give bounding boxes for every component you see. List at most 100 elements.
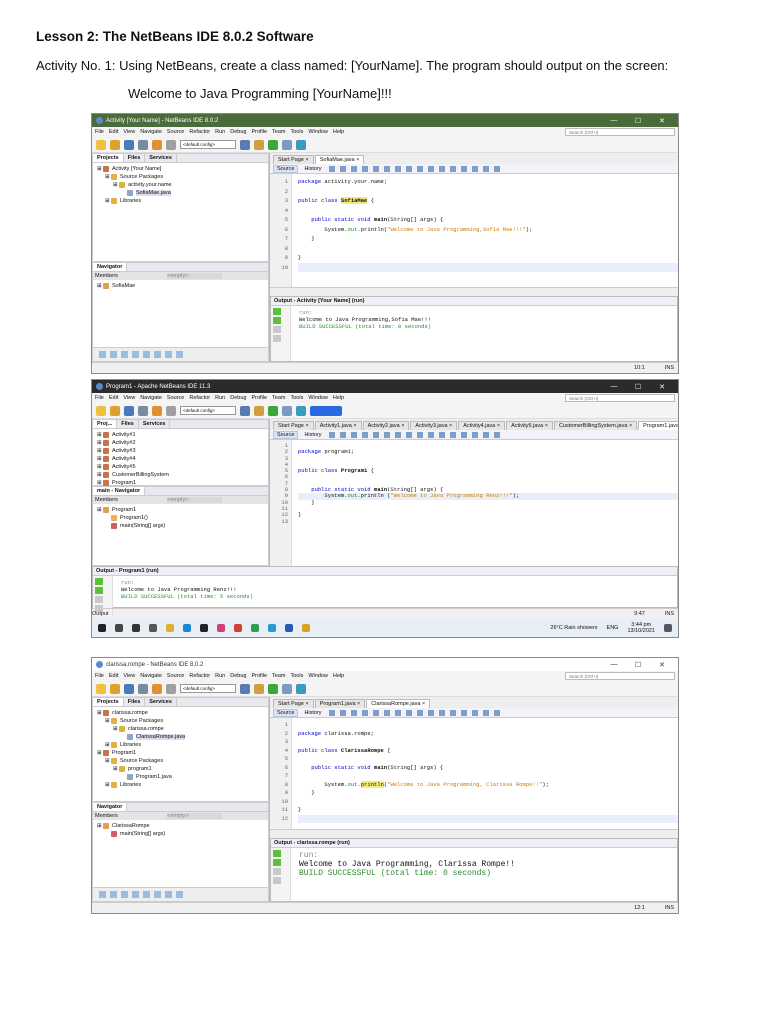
menu-profile[interactable]: Profile [251,129,267,135]
filter-select[interactable]: <empty> [167,813,222,819]
editor-tool-icon[interactable] [383,709,390,716]
rerun-icon[interactable] [95,578,103,585]
menu-team[interactable]: Team [272,395,285,401]
edge-icon[interactable] [183,624,191,632]
clock[interactable]: 3:44 pm 13/10/2021 [627,622,655,634]
config-select[interactable]: <default config> [180,140,236,149]
editor-tool-icon[interactable] [482,431,489,438]
menu-run[interactable]: Run [215,673,225,679]
editor-tab[interactable]: Activity4.java × [458,421,506,430]
menu-source[interactable]: Source [167,395,184,401]
weather[interactable]: 26°C Rain showers [550,625,597,631]
tree-node[interactable]: ⊞Libraries [95,781,266,789]
task-view-icon[interactable] [149,624,157,632]
editor-tab[interactable]: Activity5.java × [506,421,553,430]
menu-navigate[interactable]: Navigate [140,129,162,135]
build-icon[interactable] [240,139,250,150]
editor-tool-icon[interactable] [328,709,335,716]
minimize-button[interactable]: — [602,383,626,390]
tree-node[interactable]: ⊞ CustomerBillingSystem [95,471,266,479]
run-icon[interactable] [268,683,278,694]
filter-icon[interactable] [132,891,139,898]
filter-icon[interactable] [165,351,172,358]
editor-tool-icon[interactable] [438,165,445,172]
filter-select[interactable]: <empty> [167,273,222,279]
editor-tab[interactable]: Start Page × [273,699,314,708]
stop-icon[interactable] [273,326,281,333]
tree-node[interactable]: ⊞ Program1 [95,506,266,514]
editor-tool-icon[interactable] [394,165,401,172]
menu-navigate[interactable]: Navigate [140,673,162,679]
editor-tool-icon[interactable] [339,165,346,172]
run-icon[interactable] [268,139,278,150]
notifications-icon[interactable] [664,624,672,632]
file-explorer-icon[interactable] [166,624,174,632]
search-input[interactable]: Search (Ctrl+I) [565,672,675,680]
editor-tool-icon[interactable] [427,431,434,438]
editor-tool-icon[interactable] [449,165,456,172]
tab-history[interactable]: History [301,432,324,438]
editor-tool-icon[interactable] [471,165,478,172]
undo-icon[interactable] [152,683,162,694]
editor-tool-icon[interactable] [471,709,478,716]
menu-edit[interactable]: Edit [109,673,118,679]
tree-node[interactable]: ⊞ Activity#2 [95,439,266,447]
maximize-button[interactable]: ☐ [626,383,650,391]
tree-node[interactable]: ⊞Source Packages [95,757,266,765]
editor-tab[interactable]: Activity1.java × [314,421,362,430]
filter-icon[interactable] [176,351,183,358]
code-editor[interactable]: 1 2 3 4 5 6 7 8 9 10 package activity.your.name; pu… [270,174,678,287]
redo-icon[interactable] [166,139,176,150]
build-icon[interactable] [240,405,250,416]
tree-node[interactable]: ⊞Libraries [95,197,266,205]
editor-tab[interactable]: Activity3.java × [410,421,458,430]
tree-node[interactable]: ⊞ Activity#1 [95,431,266,439]
editor-tab[interactable]: CustomerBillingSystem.java × [553,421,638,430]
stop-icon[interactable] [95,596,103,603]
redo-icon[interactable] [166,683,176,694]
menu-file[interactable]: File [95,673,104,679]
editor-tool-icon[interactable] [405,709,412,716]
menu-source[interactable]: Source [167,673,184,679]
editor-tool-icon[interactable] [405,165,412,172]
tree-node[interactable]: ⊞Source Packages [95,717,266,725]
menu-tools[interactable]: Tools [291,395,304,401]
filter-icon[interactable] [154,351,161,358]
chrome-icon[interactable] [268,624,276,632]
members-select[interactable]: Members [95,813,165,819]
editor-tool-icon[interactable] [493,709,500,716]
editor-tool-icon[interactable] [427,709,434,716]
editor-tool-icon[interactable] [361,165,368,172]
tab-history[interactable]: History [301,166,324,172]
filter-icon[interactable] [176,891,183,898]
editor-tab[interactable]: Program1.java × [638,421,678,430]
maximize-button[interactable]: ☐ [626,117,650,125]
filter-select[interactable]: <empty> [167,497,222,503]
open-project-icon[interactable] [124,683,134,694]
menu-run[interactable]: Run [215,129,225,135]
editor-tool-icon[interactable] [350,709,357,716]
config-select[interactable]: <default config> [180,406,236,415]
settings-icon[interactable] [273,877,281,884]
new-file-icon[interactable] [96,139,106,150]
editor-tool-icon[interactable] [449,431,456,438]
rerun-icon[interactable] [273,850,281,857]
rerun-settings-icon[interactable] [273,859,281,866]
tree-node[interactable]: ⊞ clarissa.rompe [95,725,266,733]
open-project-icon[interactable] [124,405,134,416]
menu-file[interactable]: File [95,395,104,401]
editor-tool-icon[interactable] [372,431,379,438]
clean-build-icon[interactable] [254,139,264,150]
editor-tool-icon[interactable] [416,165,423,172]
tab-files[interactable]: Files [124,154,146,162]
maximize-button[interactable]: ☐ [626,661,650,669]
tab-source[interactable]: Source [273,430,299,439]
menu-profile[interactable]: Profile [251,395,267,401]
editor-tool-icon[interactable] [339,431,346,438]
menu-window[interactable]: Window [308,673,328,679]
editor-tool-icon[interactable] [416,709,423,716]
close-button[interactable]: ✕ [650,661,674,669]
tree-node[interactable]: Program1() [95,514,266,522]
tab-files[interactable]: Files [124,698,146,706]
new-file-icon[interactable] [96,683,106,694]
